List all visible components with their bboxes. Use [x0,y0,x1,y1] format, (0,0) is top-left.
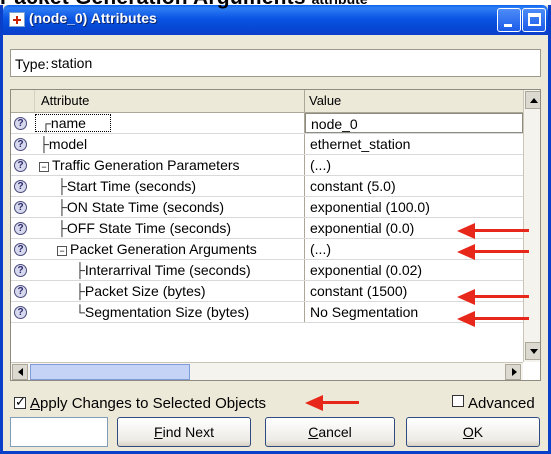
attribute-name: name [50,115,86,131]
window-title: (node_0) Attributes [29,10,157,26]
scroll-right-button[interactable] [505,364,521,380]
scroll-thumb[interactable] [30,364,190,380]
info-icon[interactable]: ? [14,264,27,277]
attribute-value-cell[interactable]: (...) [305,155,523,175]
table-row[interactable]: ? − Packet Generation Arguments (...) [11,239,523,260]
find-input[interactable] [10,417,108,447]
type-field: Type: station [10,49,541,77]
arrow-down-icon [530,349,538,354]
info-icon[interactable]: ? [14,180,27,193]
options-row: Apply Changes to Selected Objects Advanc… [10,394,541,414]
info-icon[interactable]: ? [14,306,27,319]
cancel-button[interactable]: Cancel [265,417,395,447]
caption-title: Packet Generation Arguments [0,0,306,9]
scroll-down-button[interactable] [525,342,540,360]
attribute-value-cell[interactable]: constant (5.0) [305,176,523,196]
type-label: Type: [15,56,50,72]
attribute-name-cell[interactable]: ├Packet Size (bytes) [35,281,305,301]
attribute-name-cell[interactable]: └Segmentation Size (bytes) [35,302,305,322]
horizontal-scrollbar[interactable] [11,362,523,380]
page-caption: Packet Generation Arguments attribute [0,0,368,9]
info-icon[interactable]: ? [14,222,27,235]
attribute-value-cell[interactable]: exponential (0.0) [305,218,523,238]
table-row[interactable]: ? ┌name node_0 [11,113,523,134]
attribute-value-cell[interactable]: exponential (100.0) [305,197,523,217]
caption-subtitle: attribute [312,0,368,7]
minimize-icon [504,24,512,27]
table-row[interactable]: ? ├model ethernet_station [11,134,523,155]
arrow-left-icon [18,368,23,376]
table-row[interactable]: ? ├Interarrival Time (seconds) exponenti… [11,260,523,281]
attribute-name: model [48,136,88,152]
attribute-name: Segmentation Size (bytes) [84,304,250,320]
attribute-name: Start Time (seconds) [66,178,197,194]
attribute-name-cell[interactable]: ├model [35,134,305,154]
attribute-name-cell[interactable]: ├Interarrival Time (seconds) [35,260,305,280]
collapse-icon[interactable]: − [57,246,67,256]
attribute-name-cell[interactable]: − Traffic Generation Parameters [35,155,305,175]
info-icon[interactable]: ? [14,159,27,172]
apply-changes-checkbox[interactable] [14,394,26,410]
table-row[interactable]: ? ├ON State Time (seconds) exponential (… [11,197,523,218]
attribute-name: ON State Time (seconds) [66,199,225,215]
attribute-value-cell[interactable]: (...) [305,239,523,259]
table-header: Attribute Value [11,90,523,113]
attribute-value-cell[interactable]: exponential (0.02) [305,260,523,280]
attribute-value-cell[interactable]: ethernet_station [305,134,523,154]
attribute-name: Packet Size (bytes) [84,283,206,299]
maximize-button[interactable] [522,8,546,32]
vertical-scrollbar[interactable] [523,90,540,362]
scroll-left-button[interactable] [12,364,28,380]
attribute-name: OFF State Time (seconds) [66,220,232,236]
table-row[interactable]: ? ├OFF State Time (seconds) exponential … [11,218,523,239]
title-bar[interactable]: (node_0) Attributes [3,5,548,35]
table-row[interactable]: ? − Traffic Generation Parameters (...) [11,155,523,176]
apply-changes-label[interactable]: Apply Changes to Selected Objects [30,395,266,412]
attribute-name: Traffic Generation Parameters [52,157,240,173]
ok-button[interactable]: OK [406,417,540,447]
attributes-dialog: (node_0) Attributes Type: station Attrib… [0,5,551,454]
attribute-name-cell[interactable]: ├OFF State Time (seconds) [35,218,305,238]
type-value: station [51,55,93,71]
attribute-column-header[interactable]: Attribute [35,90,305,112]
attribute-name: Packet Generation Arguments [70,241,257,257]
info-icon[interactable]: ? [14,117,27,130]
attribute-name-cell[interactable]: ├ON State Time (seconds) [35,197,305,217]
collapse-icon[interactable]: − [39,162,49,172]
info-icon[interactable]: ? [14,138,27,151]
scroll-up-button[interactable] [525,91,540,109]
table-row[interactable]: ? └Segmentation Size (bytes) No Segmenta… [11,302,523,323]
table-body: ? ┌name node_0 ? ├model ethernet_station… [11,113,523,323]
value-column-header[interactable]: Value [305,90,523,112]
maximize-icon [528,13,541,26]
find-next-button[interactable]: Find Next [117,417,251,447]
table-row[interactable]: ? ├Packet Size (bytes) constant (1500) [11,281,523,302]
info-icon[interactable]: ? [14,243,27,256]
attribute-name-cell[interactable]: − Packet Generation Arguments [35,239,305,259]
app-icon[interactable] [9,12,25,27]
info-icon[interactable]: ? [14,201,27,214]
button-row: Find Next Cancel OK [10,417,541,447]
attribute-value-cell[interactable]: constant (1500) [305,281,523,301]
attribute-name-cell[interactable]: ┌name [35,113,305,133]
advanced-checkbox[interactable] [452,395,464,407]
attribute-name-cell[interactable]: ├Start Time (seconds) [35,176,305,196]
info-icon[interactable]: ? [14,285,27,298]
attribute-value-cell[interactable]: node_0 [305,113,523,133]
arrow-up-icon [530,98,538,103]
header-icon-cell [11,90,35,112]
arrow-right-icon [512,368,517,376]
advanced-label[interactable]: Advanced [468,395,535,412]
table-row[interactable]: ? ├Start Time (seconds) constant (5.0) [11,176,523,197]
minimize-button[interactable] [497,8,521,32]
attribute-name: Interarrival Time (seconds) [84,262,251,278]
